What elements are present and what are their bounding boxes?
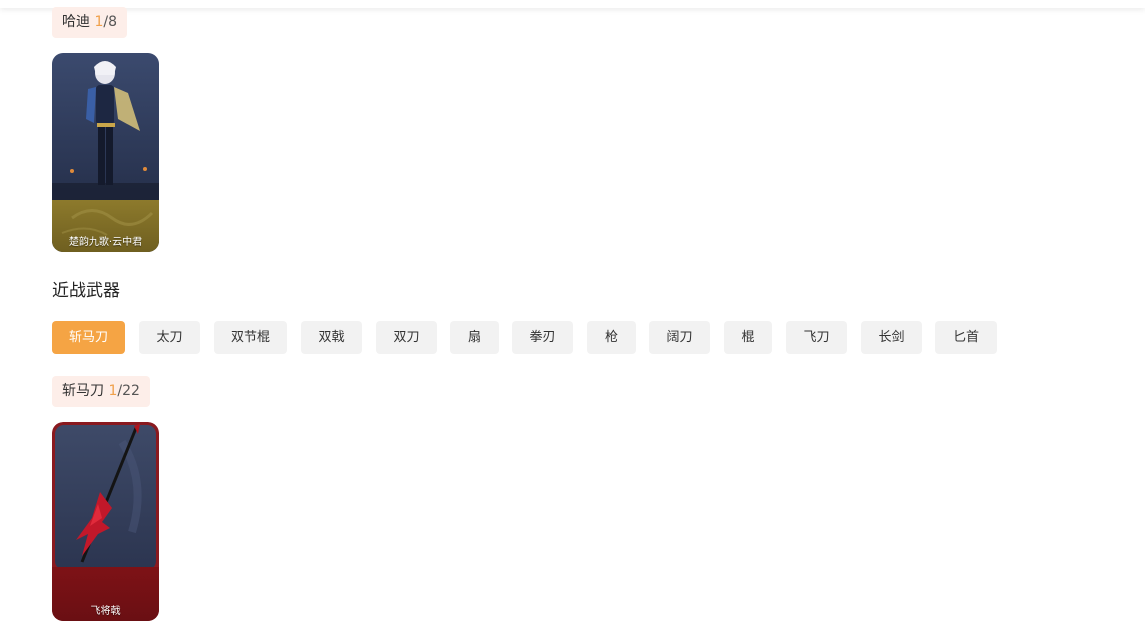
tab-shuangji[interactable]: 双戟 — [301, 321, 362, 354]
character-name: 哈迪 — [62, 14, 90, 30]
skin-card[interactable]: 楚韵九歌·云中君 — [52, 53, 159, 252]
tab-feidao[interactable]: 飞刀 — [786, 321, 847, 354]
tab-bishou[interactable]: 匕首 — [935, 321, 997, 354]
total-count: 8 — [108, 14, 118, 30]
weapon-card[interactable]: 飞将戟 — [52, 422, 159, 621]
weapon-count-badge: 斩马刀 1/22 — [52, 376, 150, 407]
collection-page: 哈迪 1/8 楚韵九歌·云中君 近战武器 斩马刀 太刀 双节棍 双戟 双刀 扇 … — [0, 0, 1145, 625]
tab-shuangjiegun[interactable]: 双节棍 — [214, 321, 287, 354]
tab-gun[interactable]: 棍 — [724, 321, 772, 354]
tab-changjian[interactable]: 长剑 — [861, 321, 922, 354]
weapon-category-name: 斩马刀 — [62, 383, 104, 399]
tab-quanren[interactable]: 拳刃 — [512, 321, 573, 354]
tab-shuangdao[interactable]: 双刀 — [376, 321, 437, 354]
tab-zhanmadao[interactable]: 斩马刀 — [52, 321, 125, 354]
skin-card-image — [52, 53, 159, 252]
section-title-melee: 近战武器 — [52, 281, 120, 301]
weapon-card-label: 飞将戟 — [90, 606, 121, 617]
tab-qiang[interactable]: 枪 — [587, 321, 636, 354]
character-count-badge: 哈迪 1/8 — [52, 7, 128, 38]
weapon-total-count: 22 — [122, 383, 140, 399]
tab-shan[interactable]: 扇 — [450, 321, 499, 354]
tab-kuodao[interactable]: 阔刀 — [649, 321, 710, 354]
weapon-card-image — [52, 422, 159, 621]
top-bar — [0, 0, 1145, 8]
tab-taidao[interactable]: 太刀 — [139, 321, 200, 354]
skin-card-label: 楚韵九歌·云中君 — [68, 237, 143, 248]
